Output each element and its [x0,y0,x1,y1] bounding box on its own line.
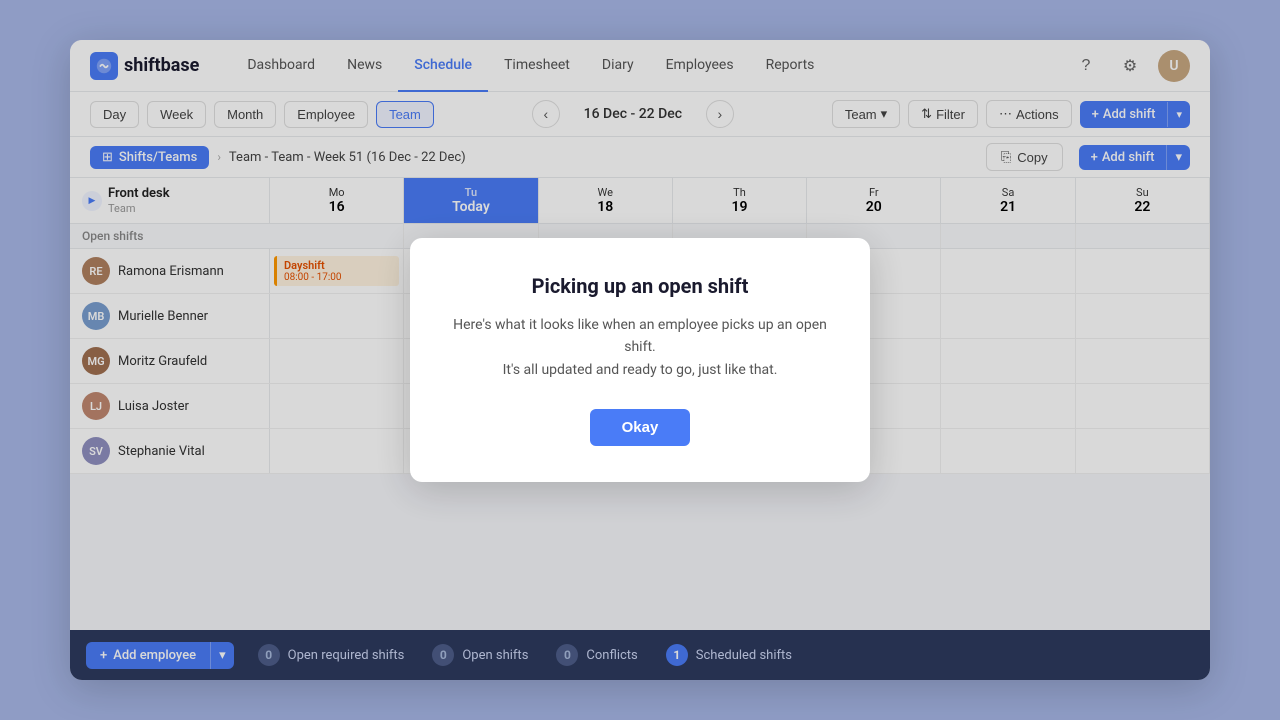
modal-ok-btn[interactable]: Okay [590,409,691,446]
modal-body: Here's what it looks like when an employ… [450,314,830,381]
modal: Picking up an open shift Here's what it … [410,238,870,482]
modal-overlay: Picking up an open shift Here's what it … [0,0,1280,720]
modal-title: Picking up an open shift [450,274,830,298]
